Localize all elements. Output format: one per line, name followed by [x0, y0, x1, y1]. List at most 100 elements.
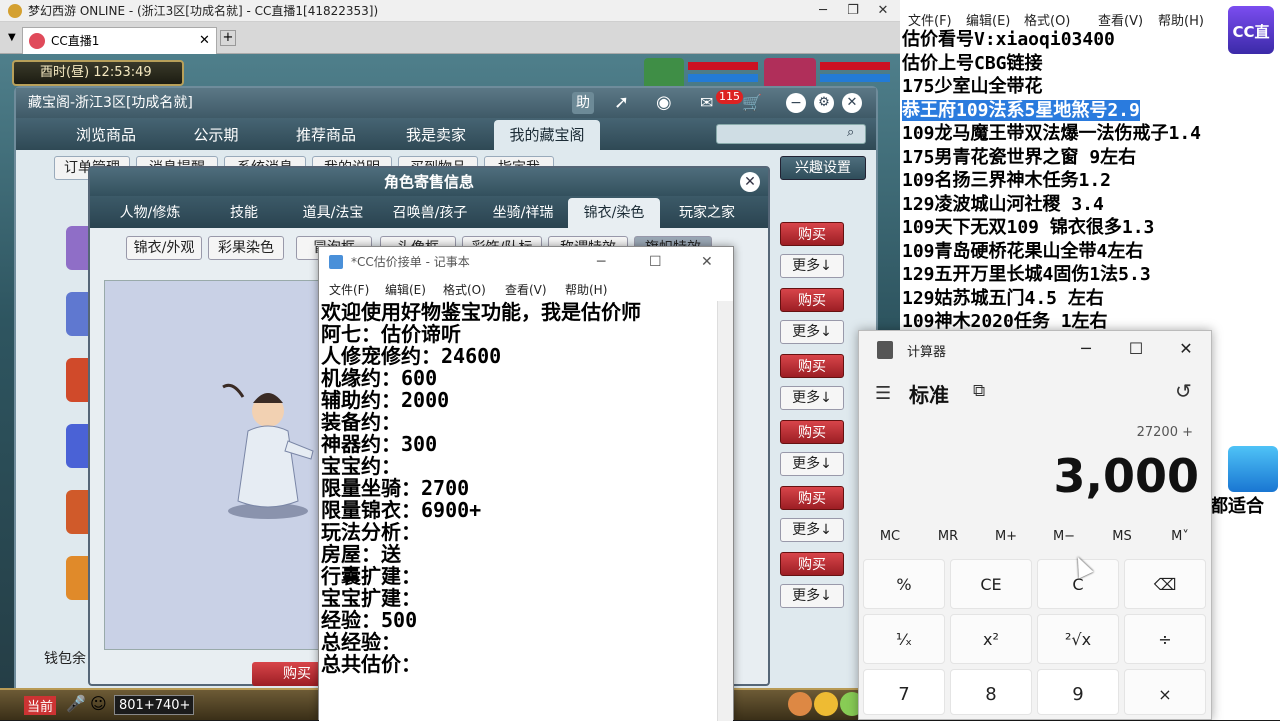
- text-line: 估价看号V:xiaoqi03400: [902, 29, 1115, 50]
- digit-7-button[interactable]: 7: [863, 669, 945, 715]
- tab-browse[interactable]: 浏览商品: [56, 120, 156, 150]
- menu-format[interactable]: 格式(O): [443, 281, 486, 298]
- panel-close-icon[interactable]: ✕: [842, 93, 862, 113]
- minimize-icon[interactable]: ─: [597, 247, 605, 277]
- tab-outfits-dyes[interactable]: 锦衣/染色: [568, 198, 660, 228]
- history-icon[interactable]: ↺: [1175, 379, 1192, 403]
- square-root-button[interactable]: ²√x: [1037, 614, 1119, 664]
- square-button[interactable]: x²: [950, 614, 1032, 664]
- memory-add-button[interactable]: M+: [977, 529, 1035, 544]
- multiply-button[interactable]: ×: [1124, 669, 1206, 715]
- menu-edit[interactable]: 编辑(E): [385, 281, 426, 298]
- memory-store-button[interactable]: MS: [1093, 529, 1151, 544]
- more-button[interactable]: 更多↓: [780, 254, 844, 278]
- tab-player-home[interactable]: 玩家之家: [664, 198, 750, 228]
- menu-help[interactable]: 帮助(H): [565, 281, 607, 298]
- maximize-icon[interactable]: ☐: [649, 247, 662, 277]
- tab-skills[interactable]: 技能: [204, 198, 284, 228]
- share-icon[interactable]: ➚: [614, 88, 629, 118]
- outfit-appearance-button[interactable]: 锦衣/外观: [126, 236, 202, 260]
- tab-dropdown-icon[interactable]: ▼: [8, 32, 16, 43]
- notepad-scrollbar[interactable]: [717, 301, 733, 721]
- cart-icon[interactable]: 🛒: [742, 88, 762, 118]
- menu-view[interactable]: 查看(V): [505, 281, 547, 298]
- tab-cc-live[interactable]: CC直播1 ✕: [22, 27, 217, 54]
- calculator-display: 3,000: [1053, 449, 1199, 503]
- menu-view[interactable]: 查看(V): [1098, 10, 1143, 29]
- tab-my-pavilion[interactable]: 我的藏宝阁: [494, 120, 600, 150]
- tab-items-treasures[interactable]: 道具/法宝: [288, 198, 378, 228]
- more-button[interactable]: 更多↓: [780, 320, 844, 344]
- maximize-icon[interactable]: ❐: [838, 0, 868, 22]
- text-line: 装备约：: [321, 410, 401, 434]
- clock-text: 酉时(昼) 12:53:49: [40, 65, 152, 80]
- clear-entry-button[interactable]: CE: [950, 559, 1032, 609]
- tab-seller[interactable]: 我是卖家: [386, 120, 486, 150]
- settings-icon[interactable]: ⚙: [814, 93, 834, 113]
- menu-file[interactable]: 文件(F): [329, 281, 369, 298]
- menu-file[interactable]: 文件(F): [908, 10, 952, 29]
- close-icon[interactable]: ✕: [701, 247, 713, 277]
- divide-button[interactable]: ÷: [1124, 614, 1206, 664]
- memory-list-button[interactable]: M˅: [1151, 529, 1209, 544]
- close-icon[interactable]: ✕: [868, 0, 898, 22]
- keep-on-top-icon[interactable]: ⧉: [973, 381, 985, 401]
- percent-button[interactable]: %: [863, 559, 945, 609]
- digit-9-button[interactable]: 9: [1037, 669, 1119, 715]
- memory-subtract-button[interactable]: M−: [1035, 529, 1093, 544]
- hamburger-menu-icon[interactable]: ☰: [875, 383, 891, 404]
- memory-recall-button[interactable]: MR: [919, 529, 977, 544]
- dialog-title: 角色寄售信息: [383, 173, 474, 191]
- reciprocal-button[interactable]: ¹⁄ₓ: [863, 614, 945, 664]
- emoji-icon[interactable]: ☺: [90, 694, 107, 713]
- partial-text: 都适合: [1210, 496, 1264, 517]
- tab-summons-children[interactable]: 召唤兽/孩子: [380, 198, 480, 228]
- record-icon[interactable]: ◉: [656, 88, 672, 118]
- game-titlebar: 梦幻西游 ONLINE - (浙江3区[功成名就] - CC直播1[418223…: [0, 0, 900, 22]
- chat-channel-label[interactable]: 当前: [24, 696, 57, 715]
- minimize-icon[interactable]: ─: [808, 0, 838, 22]
- voice-icon[interactable]: 🎤: [66, 694, 86, 713]
- text-line: 109天下无双109 锦衣很多1.3: [902, 217, 1155, 238]
- calculator-expression: 27200 +: [1136, 425, 1193, 440]
- buy-button[interactable]: 购买: [780, 222, 844, 246]
- more-button[interactable]: 更多↓: [780, 584, 844, 608]
- memory-clear-button[interactable]: MC: [861, 529, 919, 544]
- close-icon[interactable]: ✕: [1169, 337, 1203, 361]
- buy-button[interactable]: 购买: [780, 552, 844, 576]
- side-widget-icon[interactable]: [1228, 446, 1278, 492]
- buy-button[interactable]: 购买: [780, 420, 844, 444]
- menu-edit[interactable]: 编辑(E): [966, 10, 1010, 29]
- tab-publicity[interactable]: 公示期: [166, 120, 266, 150]
- tab-close-icon[interactable]: ✕: [199, 28, 210, 54]
- dialog-close-icon[interactable]: ✕: [740, 172, 760, 192]
- message-icon[interactable]: ✉: [700, 88, 713, 118]
- menu-format[interactable]: 格式(O): [1024, 10, 1070, 29]
- bottom-orb-icon[interactable]: [814, 692, 838, 716]
- new-tab-icon[interactable]: +: [220, 30, 236, 46]
- buy-button[interactable]: 购买: [780, 486, 844, 510]
- search-icon[interactable]: ⌕: [847, 125, 854, 140]
- backspace-button[interactable]: ⌫: [1124, 559, 1206, 609]
- tab-recommended[interactable]: 推荐商品: [276, 120, 376, 150]
- buy-button[interactable]: 购买: [780, 354, 844, 378]
- digit-8-button[interactable]: 8: [950, 669, 1032, 715]
- buy-button[interactable]: 购买: [780, 288, 844, 312]
- interest-settings-button[interactable]: 兴趣设置: [780, 156, 866, 180]
- help-button[interactable]: 助: [572, 92, 594, 114]
- color-dye-button[interactable]: 彩果染色: [208, 236, 284, 260]
- panel-search-input[interactable]: ⌕: [716, 124, 866, 144]
- coordinate-input[interactable]: 801+740+: [114, 695, 194, 715]
- notepad-text-area[interactable]: 欢迎使用好物鉴宝功能，我是估价师 阿七：估价谛听 人修宠修约：24600 机缘约…: [319, 301, 717, 721]
- minimize-icon[interactable]: ─: [1069, 337, 1103, 361]
- bottom-orb-icon[interactable]: [788, 692, 812, 716]
- tab-character-cultivation[interactable]: 人物/修炼: [100, 198, 200, 228]
- more-button[interactable]: 更多↓: [780, 518, 844, 542]
- menu-help[interactable]: 帮助(H): [1158, 10, 1204, 29]
- panel-title: 藏宝阁-浙江3区[功成名就]: [28, 95, 193, 111]
- tab-mounts[interactable]: 坐骑/祥瑞: [482, 198, 564, 228]
- more-button[interactable]: 更多↓: [780, 452, 844, 476]
- maximize-icon[interactable]: ☐: [1119, 337, 1153, 361]
- minimize-circle-icon[interactable]: −: [786, 93, 806, 113]
- more-button[interactable]: 更多↓: [780, 386, 844, 410]
